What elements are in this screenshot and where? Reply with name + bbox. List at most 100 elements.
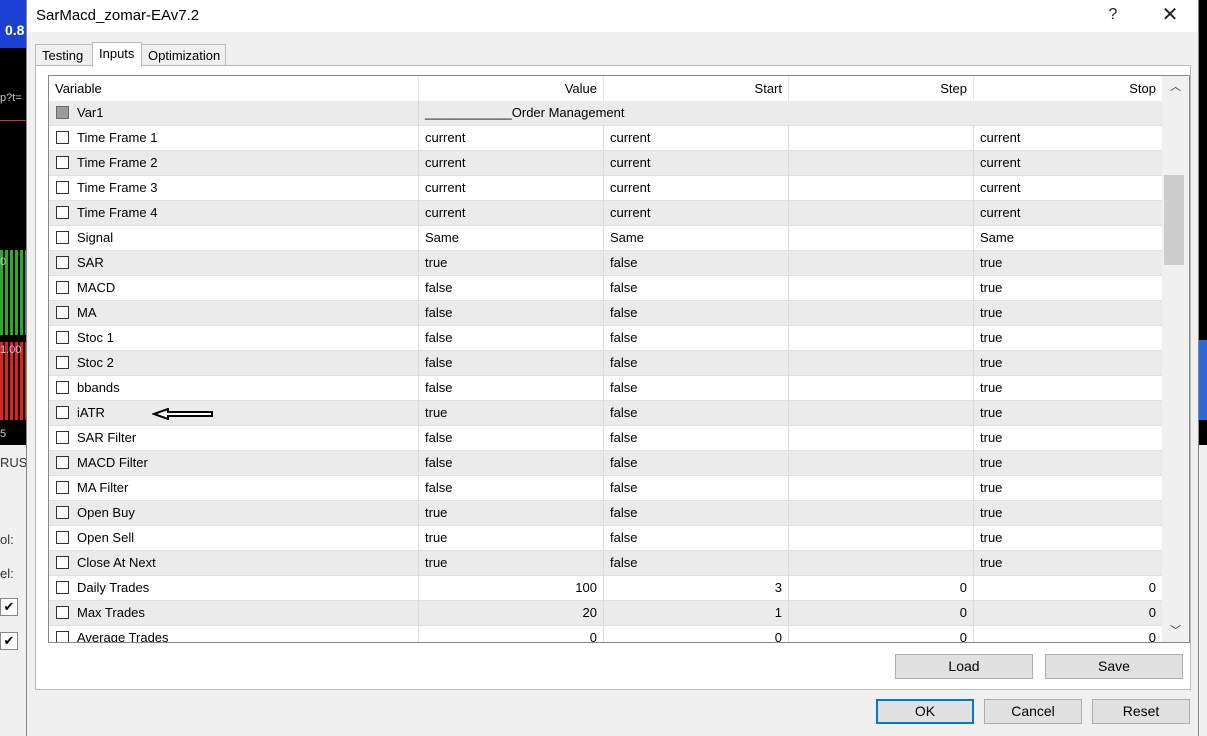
row-stop-cell[interactable]: true <box>974 551 1162 575</box>
row-start-cell[interactable]: false <box>604 376 789 400</box>
row-stop-cell[interactable]: true <box>974 376 1162 400</box>
header-step[interactable]: Step <box>789 76 974 101</box>
table-row[interactable]: MA Filter false false true <box>49 476 1162 501</box>
table-row[interactable]: Close At Next true false true <box>49 551 1162 576</box>
row-value-cell[interactable]: false <box>419 376 604 400</box>
table-row[interactable]: MA false false true <box>49 301 1162 326</box>
table-row[interactable]: Time Frame 3 current current current <box>49 176 1162 201</box>
row-start-cell[interactable]: current <box>604 151 789 175</box>
row-step-cell[interactable] <box>789 351 974 375</box>
table-row[interactable]: Open Buy true false true <box>49 501 1162 526</box>
row-step-cell[interactable]: 0 <box>789 576 974 600</box>
table-row[interactable]: Time Frame 4 current current current <box>49 201 1162 226</box>
row-value-cell[interactable]: current <box>419 151 604 175</box>
header-stop[interactable]: Stop <box>974 76 1162 101</box>
row-start-cell[interactable]: false <box>604 251 789 275</box>
table-row[interactable]: iATR true false true <box>49 401 1162 426</box>
row-value-cell[interactable]: current <box>419 126 604 150</box>
row-step-cell[interactable] <box>789 476 974 500</box>
row-stop-cell[interactable]: current <box>974 201 1162 225</box>
row-stop-cell[interactable]: true <box>974 351 1162 375</box>
row-value-cell[interactable]: current <box>419 201 604 225</box>
row-start-cell[interactable]: false <box>604 451 789 475</box>
table-row[interactable]: SAR true false true <box>49 251 1162 276</box>
scroll-up-icon[interactable]: ︿ <box>1162 76 1189 98</box>
row-step-cell[interactable] <box>789 526 974 550</box>
row-value-cell[interactable]: true <box>419 526 604 550</box>
row-step-cell[interactable] <box>789 401 974 425</box>
row-value-cell[interactable]: false <box>419 276 604 300</box>
row-step-cell[interactable] <box>789 176 974 200</box>
row-stop-cell[interactable]: true <box>974 501 1162 525</box>
table-row[interactable]: MACD false false true <box>49 276 1162 301</box>
table-row[interactable]: Signal Same Same Same <box>49 226 1162 251</box>
scroll-down-icon[interactable]: ﹀ <box>1162 620 1189 642</box>
ok-button[interactable]: OK <box>876 699 974 724</box>
header-variable[interactable]: Variable <box>49 76 419 101</box>
row-value-cell[interactable]: true <box>419 551 604 575</box>
row-start-cell[interactable]: 0 <box>604 626 789 642</box>
row-step-cell[interactable] <box>789 551 974 575</box>
close-button[interactable]: ✕ <box>1155 4 1185 26</box>
row-step-cell[interactable] <box>789 276 974 300</box>
row-step-cell[interactable] <box>789 151 974 175</box>
row-stop-cell[interactable]: Same <box>974 226 1162 250</box>
reset-button[interactable]: Reset <box>1092 699 1190 724</box>
row-stop-cell[interactable]: true <box>974 251 1162 275</box>
row-stop-cell[interactable]: 0 <box>974 576 1162 600</box>
row-value-cell[interactable]: 20 <box>419 601 604 625</box>
row-start-cell[interactable]: false <box>604 401 789 425</box>
row-stop-cell[interactable]: true <box>974 326 1162 350</box>
table-row[interactable]: SAR Filter false false true <box>49 426 1162 451</box>
row-value-cell[interactable]: false <box>419 426 604 450</box>
help-button[interactable]: ? <box>1098 4 1128 26</box>
row-value-cell[interactable]: false <box>419 451 604 475</box>
row-stop-cell[interactable]: true <box>974 451 1162 475</box>
table-row[interactable]: Average Trades 0 0 0 0 <box>49 626 1162 642</box>
row-step-cell[interactable] <box>789 126 974 150</box>
row-value-cell[interactable]: false <box>419 301 604 325</box>
row-stop-cell[interactable]: current <box>974 126 1162 150</box>
row-start-cell[interactable]: current <box>604 176 789 200</box>
row-step-cell[interactable]: 0 <box>789 626 974 642</box>
row-value-cell[interactable]: true <box>419 401 604 425</box>
row-step-cell[interactable] <box>789 301 974 325</box>
row-value-cell[interactable]: current <box>419 176 604 200</box>
table-row[interactable]: MACD Filter false false true <box>49 451 1162 476</box>
row-value-cell[interactable]: 100 <box>419 576 604 600</box>
scroll-thumb[interactable] <box>1164 175 1184 265</box>
row-step-cell[interactable] <box>789 326 974 350</box>
load-button[interactable]: Load <box>895 654 1033 679</box>
row-step-cell[interactable] <box>789 251 974 275</box>
row-stop-cell[interactable]: true <box>974 426 1162 450</box>
row-start-cell[interactable]: false <box>604 501 789 525</box>
row-start-cell[interactable]: 3 <box>604 576 789 600</box>
row-step-cell[interactable] <box>789 201 974 225</box>
row-start-cell[interactable]: false <box>604 301 789 325</box>
row-value-cell[interactable]: false <box>419 476 604 500</box>
row-stop-cell[interactable]: current <box>974 176 1162 200</box>
header-start[interactable]: Start <box>604 76 789 101</box>
table-row[interactable]: Max Trades 20 1 0 0 <box>49 601 1162 626</box>
row-start-cell[interactable]: false <box>604 326 789 350</box>
grid-vertical-scrollbar[interactable]: ︿ ﹀ <box>1162 76 1189 642</box>
header-value[interactable]: Value <box>419 76 604 101</box>
row-value-cell[interactable]: true <box>419 251 604 275</box>
table-row[interactable]: Stoc 1 false false true <box>49 326 1162 351</box>
row-value-cell[interactable]: Same <box>419 226 604 250</box>
row-stop-cell[interactable]: current <box>974 151 1162 175</box>
row-step-cell[interactable] <box>789 226 974 250</box>
row-start-cell[interactable]: false <box>604 276 789 300</box>
table-row[interactable]: Time Frame 1 current current current <box>49 126 1162 151</box>
row-stop-cell[interactable]: 0 <box>974 601 1162 625</box>
table-row[interactable]: bbands false false true <box>49 376 1162 401</box>
cancel-button[interactable]: Cancel <box>984 699 1082 724</box>
table-row[interactable]: Open Sell true false true <box>49 526 1162 551</box>
row-stop-cell[interactable]: 0 <box>974 626 1162 642</box>
row-stop-cell[interactable]: true <box>974 301 1162 325</box>
row-value-cell[interactable]: 0 <box>419 626 604 642</box>
row-step-cell[interactable] <box>789 426 974 450</box>
table-row[interactable]: Time Frame 2 current current current <box>49 151 1162 176</box>
row-value-cell[interactable]: true <box>419 501 604 525</box>
row-start-cell[interactable]: false <box>604 551 789 575</box>
